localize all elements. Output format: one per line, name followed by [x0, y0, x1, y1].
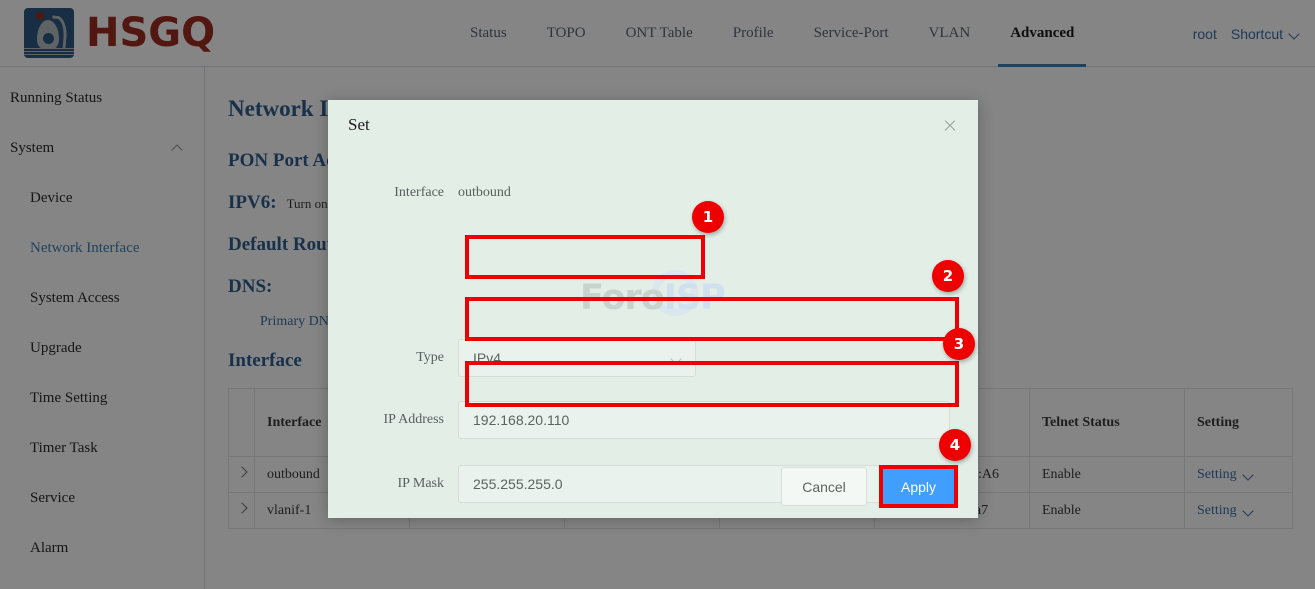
main-nav: Status TOPO ONT Table Profile Service-Po…	[450, 0, 1094, 67]
type-select[interactable]: IPv4	[458, 339, 696, 377]
sidebar-item-label: System	[10, 140, 54, 157]
table-col-telnet-status: Telnet Status	[1030, 389, 1185, 457]
ipv6-value: Turn on	[287, 196, 328, 212]
page-root: HSGQ Status TOPO ONT Table Profile Servi…	[0, 0, 1315, 589]
sidebar-item-label: Device	[30, 190, 72, 207]
interface-label: Interface	[328, 185, 458, 201]
nav-item-ont-table[interactable]: ONT Table	[606, 0, 713, 67]
chevron-down-icon[interactable]	[1289, 28, 1301, 40]
chevron-right-icon[interactable]	[237, 468, 247, 478]
nav-item-advanced[interactable]: Advanced	[990, 0, 1094, 67]
nav-item-service-port[interactable]: Service-Port	[794, 0, 909, 67]
cell-telnet-status: Enable	[1030, 493, 1185, 529]
brand-name: HSGQ	[86, 13, 215, 53]
chevron-down-icon[interactable]	[1243, 505, 1255, 517]
table-col-setting: Setting	[1185, 389, 1293, 457]
interface-readonly-row: Interface outbound	[328, 185, 511, 201]
setting-link-label: Setting	[1197, 467, 1237, 483]
type-row: Type IPv4	[328, 339, 696, 377]
annotation-badge-3: 3	[943, 328, 975, 360]
nav-item-profile[interactable]: Profile	[713, 0, 794, 67]
sidebar-item-upgrade[interactable]: Upgrade	[0, 323, 204, 373]
cell-setting[interactable]: Setting	[1185, 457, 1293, 493]
ipv6-label: IPV6:	[228, 192, 277, 214]
table-col-expand	[229, 389, 255, 457]
ip-address-row: IP Address 192.168.20.110	[328, 401, 950, 439]
sidebar-item-running-status[interactable]: Running Status	[0, 73, 204, 123]
modal-title: Set	[348, 115, 370, 135]
type-label: Type	[328, 350, 458, 366]
row-expand-toggle[interactable]	[229, 493, 255, 529]
sidebar-item-label: Running Status	[10, 90, 102, 107]
ip-address-value: 192.168.20.110	[473, 412, 569, 428]
hsgq-water-drop-logo-icon	[24, 8, 74, 58]
sidebar-item-system-access[interactable]: System Access	[0, 273, 204, 323]
nav-item-topo[interactable]: TOPO	[527, 0, 606, 67]
set-interface-modal: Set Interface outbound Type IPv4 IP Addr…	[328, 100, 978, 518]
ip-address-label: IP Address	[328, 412, 458, 428]
user-menu-root[interactable]: root	[1185, 26, 1225, 42]
cell-setting[interactable]: Setting	[1185, 493, 1293, 529]
sidebar-item-system[interactable]: System	[0, 123, 204, 173]
sidebar-item-network-interface[interactable]: Network Interface	[0, 223, 204, 273]
ip-address-input[interactable]: 192.168.20.110	[458, 401, 950, 439]
chevron-down-icon[interactable]	[1243, 469, 1255, 481]
sidebar-item-alarm[interactable]: Alarm	[0, 523, 204, 573]
shortcut-menu[interactable]: Shortcut	[1229, 26, 1285, 42]
header-right-group: root Shortcut	[1185, 0, 1301, 67]
sidebar-item-label: Time Setting	[30, 390, 107, 407]
ip-mask-label: IP Mask	[328, 476, 458, 492]
setting-link[interactable]: Setting	[1197, 467, 1255, 483]
sidebar-item-time-setting[interactable]: Time Setting	[0, 373, 204, 423]
annotation-badge-2: 2	[932, 260, 964, 292]
sidebar-item-label: Service	[30, 490, 75, 507]
sidebar-item-service[interactable]: Service	[0, 473, 204, 523]
interface-value: outbound	[458, 185, 511, 201]
nav-item-vlan[interactable]: VLAN	[909, 0, 991, 67]
sidebar-item-label: Network Interface	[30, 240, 140, 257]
nav-item-status[interactable]: Status	[450, 0, 527, 67]
type-select-value: IPv4	[473, 350, 501, 366]
apply-button[interactable]: Apply	[879, 465, 958, 508]
sidebar-item-label: Timer Task	[30, 440, 98, 457]
sidebar-item-label: System Access	[30, 290, 120, 307]
sidebar-item-device[interactable]: Device	[0, 173, 204, 223]
annotation-badge-1: 1	[692, 201, 724, 233]
sidebar-item-timer-task[interactable]: Timer Task	[0, 423, 204, 473]
cancel-button[interactable]: Cancel	[781, 467, 867, 506]
sidebar-item-label: Alarm	[30, 540, 68, 557]
brand-logo[interactable]: HSGQ	[0, 8, 300, 58]
top-header-bar: HSGQ Status TOPO ONT Table Profile Servi…	[0, 0, 1315, 67]
ip-mask-value: 255.255.255.0	[473, 476, 563, 492]
setting-link[interactable]: Setting	[1197, 503, 1255, 519]
setting-link-label: Setting	[1197, 503, 1237, 519]
row-expand-toggle[interactable]	[229, 457, 255, 493]
chevron-right-icon[interactable]	[237, 504, 247, 514]
sidebar-item-label: Upgrade	[30, 340, 82, 357]
cell-telnet-status: Enable	[1030, 457, 1185, 493]
chevron-up-icon[interactable]	[172, 142, 184, 154]
modal-footer-actions: Cancel Apply	[781, 465, 958, 508]
annotation-badge-4: 4	[939, 429, 971, 461]
sidebar: Running Status System Device Network Int…	[0, 67, 205, 589]
chevron-down-icon[interactable]	[671, 353, 683, 365]
close-icon[interactable]	[941, 117, 959, 135]
